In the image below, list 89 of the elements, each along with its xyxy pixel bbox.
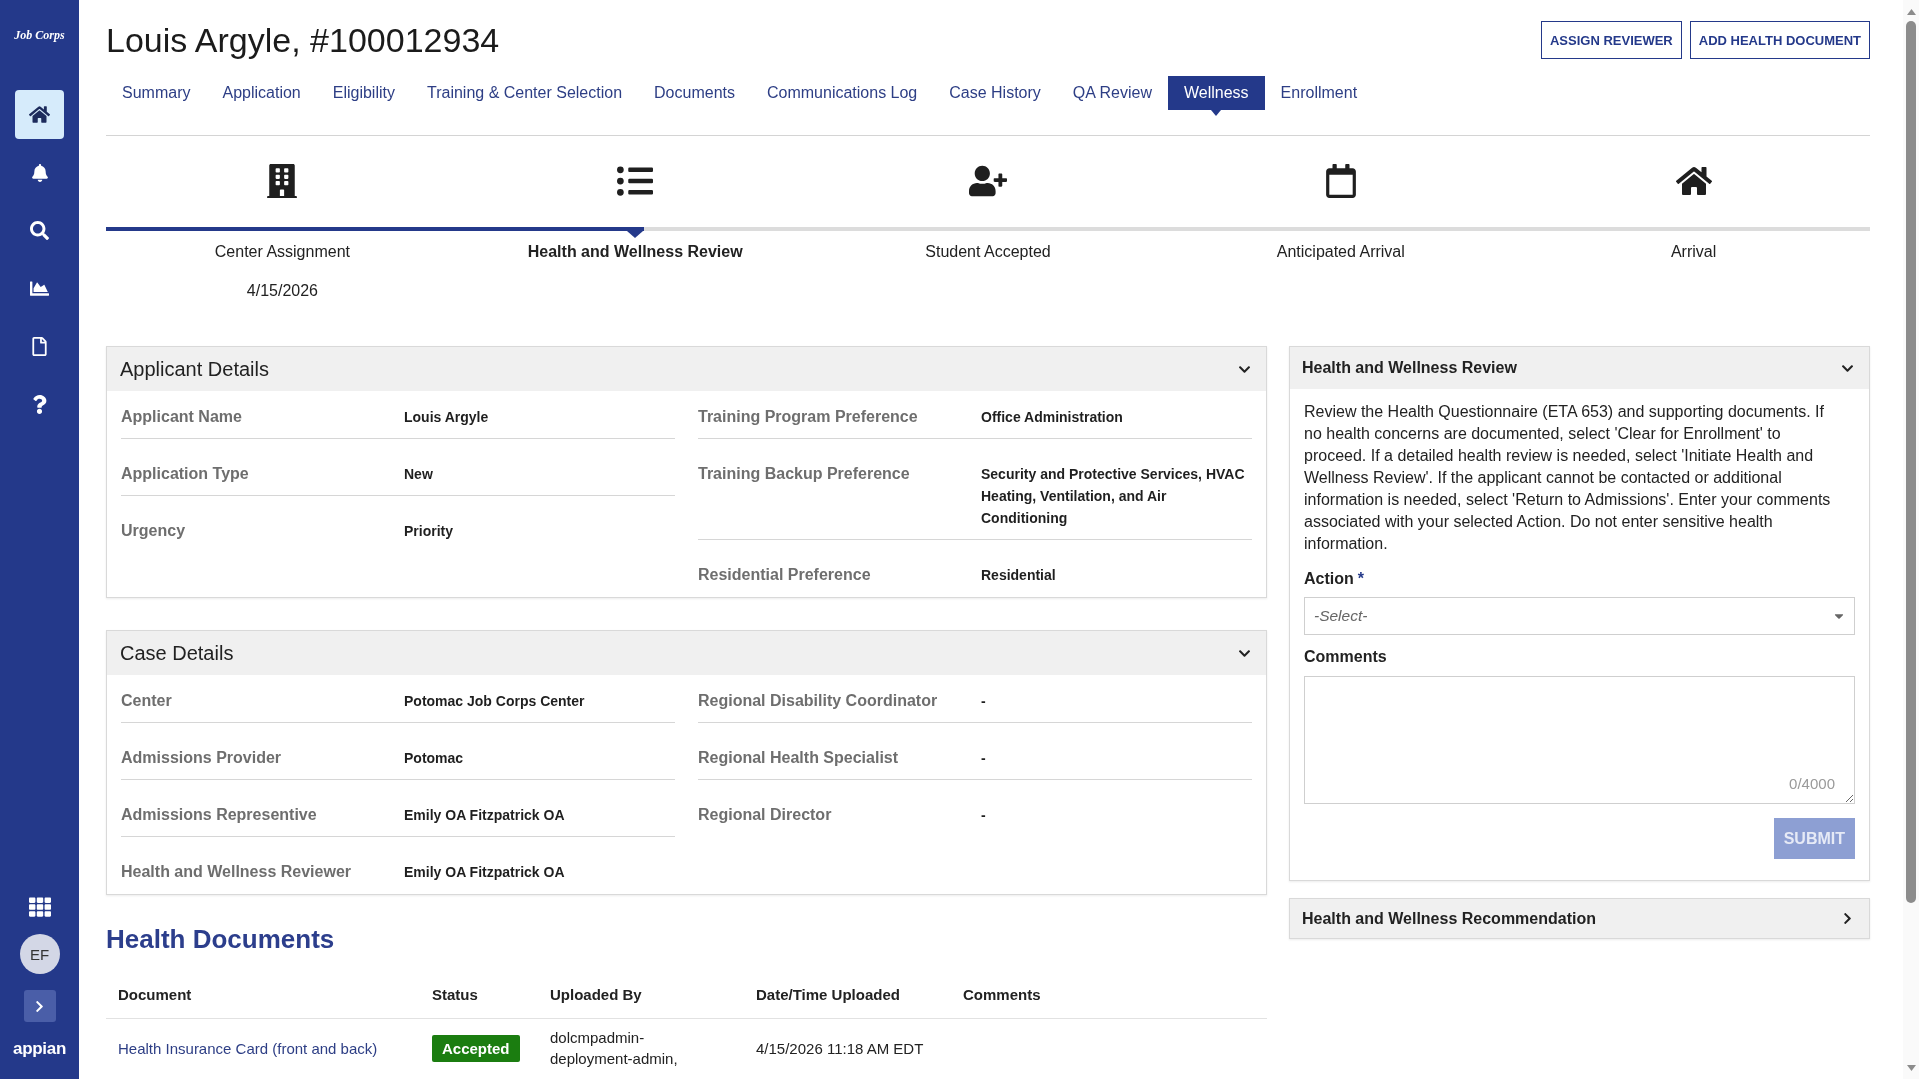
pointer-icon — [627, 231, 644, 238]
scrollbar[interactable] — [1903, 0, 1919, 1079]
comments-field[interactable] — [1304, 676, 1855, 804]
section-header[interactable]: Health and Wellness Recommendation — [1290, 899, 1869, 938]
action-select[interactable]: -Select- — [1304, 597, 1855, 635]
list-icon — [617, 163, 654, 199]
building-icon — [265, 164, 300, 198]
field-value: Security and Protective Services, HVAC Heating, Ventilation, and Air Conditioning — [981, 465, 1246, 528]
home-button[interactable] — [15, 90, 64, 139]
tab[interactable]: Communications Log — [750, 76, 934, 110]
header-button[interactable]: ASSIGN REVIEWER — [1540, 21, 1682, 59]
step-label: Arrival — [1670, 242, 1717, 262]
bell-icon — [30, 163, 49, 182]
field-label: Comments — [1304, 647, 1387, 667]
tab[interactable]: QA Review — [1056, 76, 1168, 110]
tab[interactable]: Application — [206, 76, 317, 110]
field-label: Center — [121, 691, 173, 711]
section-title: Health Documents — [106, 924, 336, 954]
field-label: Admissions Representive — [121, 805, 318, 825]
field-value: Emily OA Fitzpatrick OA — [404, 806, 566, 825]
tab[interactable]: Summary — [106, 76, 207, 110]
section-header[interactable]: Applicant Details — [107, 347, 1266, 391]
field-label: Regional Disability Coordinator — [698, 691, 939, 711]
logo: Job Corps — [14, 27, 65, 44]
field-value: Emily OA Fitzpatrick OA — [404, 863, 566, 882]
column-header: Comments — [951, 973, 1267, 1019]
down-arrow-icon[interactable] — [1906, 1065, 1916, 1071]
table-cell: dolcmpadmin-deployment-admin, — [538, 1018, 744, 1077]
search-icon — [30, 221, 49, 240]
column-header: Document — [106, 973, 420, 1019]
field-value: Louis Argyle — [404, 408, 490, 427]
user-avatar[interactable]: EF — [19, 934, 60, 974]
field-label: Admissions Provider — [121, 748, 283, 768]
tab[interactable]: Documents — [638, 76, 751, 110]
header-button[interactable]: ADD HEALTH DOCUMENT — [1689, 21, 1870, 59]
field-label: Urgency — [121, 521, 187, 541]
grid-icon — [28, 896, 51, 918]
tab[interactable]: Eligibility — [316, 76, 411, 110]
field-label: Regional Health Specialist — [698, 748, 900, 768]
question-mark-icon — [30, 395, 49, 414]
field-value: - — [981, 806, 987, 825]
step-label: Student Accepted — [925, 242, 1051, 262]
tab[interactable]: Wellness — [1168, 76, 1265, 110]
up-arrow-icon[interactable] — [1906, 9, 1916, 15]
field-label: Training Program Preference — [698, 407, 919, 427]
field-value: - — [981, 749, 987, 768]
field-label: Regional Director — [698, 805, 833, 825]
field-value: Potomac — [404, 749, 465, 768]
step-label: Health and Wellness Review — [527, 242, 743, 262]
chevron-right-icon — [33, 999, 46, 1013]
field-label: Residential Preference — [698, 565, 872, 585]
tab[interactable]: Case History — [933, 76, 1057, 110]
field-value: - — [981, 692, 987, 711]
expand-button[interactable] — [23, 990, 56, 1022]
column-header: Date/Time Uploaded — [744, 973, 951, 1019]
section-header[interactable]: Case Details — [107, 631, 1266, 675]
status-badge: Accepted — [432, 1034, 520, 1062]
home-icon — [29, 104, 50, 125]
field-label: Training Backup Preference — [698, 464, 911, 484]
column-header: Status — [420, 973, 538, 1019]
calendar-icon — [1323, 164, 1358, 198]
scrollbar-thumb[interactable] — [1906, 21, 1916, 903]
field-value: Residential — [981, 566, 1057, 585]
step-date: 4/15/2026 — [246, 281, 318, 301]
file-icon — [30, 337, 49, 356]
instructions-text: Review the Health Questionnaire (ETA 653) and supporting documents. If no health concerns are documented, select 'Clear for Enrollment' to proceed. If a detailed health review is needed, select 'Initiate Health and Wellness Review'. If the applicant cannot be contacted or additional information is needed, select 'Return to Admissions'. Enter your comments associated with your selected Action. Do not enter sensitive health information. — [1304, 402, 1832, 554]
page-title: Louis Argyle, #100012934 — [106, 21, 500, 59]
apps-button[interactable] — [28, 896, 51, 918]
step-label: Anticipated Arrival — [1276, 242, 1405, 262]
field-value: Priority — [404, 522, 454, 541]
field-value: New — [404, 465, 434, 484]
area-chart-icon — [30, 279, 49, 298]
character-count: 0/4000 — [1789, 774, 1835, 794]
field-label: Application Type — [121, 464, 250, 484]
pointer-icon — [1211, 110, 1222, 116]
step-label: Center Assignment — [214, 242, 350, 262]
tab[interactable]: Training & Center Selection — [411, 76, 639, 110]
column-header: Uploaded By — [538, 973, 744, 1019]
field-label: Action — [1304, 569, 1354, 589]
brand-logo: appian — [13, 1039, 66, 1059]
required-mark: * — [1357, 569, 1364, 589]
table-cell: 4/15/2026 11:18 AM EDT — [744, 1018, 951, 1077]
field-label: Health and Wellness Reviewer — [121, 862, 352, 882]
section-header[interactable]: Health and Wellness Review — [1290, 347, 1869, 389]
tab[interactable]: Enrollment — [1264, 76, 1374, 110]
field-value: Office Administration — [981, 408, 1124, 427]
field-label: Applicant Name — [121, 407, 243, 427]
document-link[interactable]: Health Insurance Card (front and back) — [118, 1039, 378, 1057]
field-value: Potomac Job Corps Center — [404, 692, 586, 711]
